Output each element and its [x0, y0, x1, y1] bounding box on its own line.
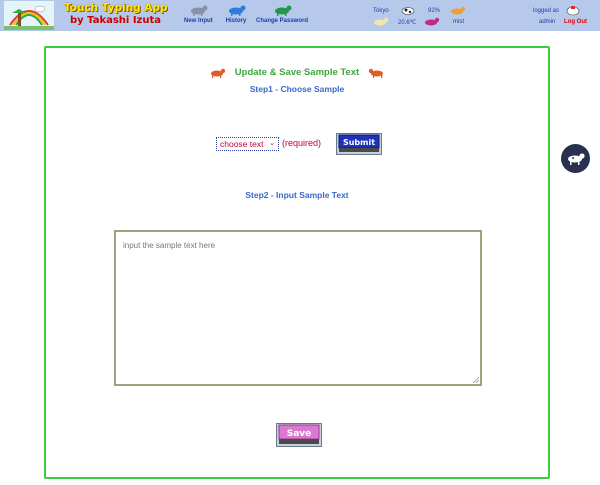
- dog-icon: [275, 5, 292, 16]
- nav-change-password[interactable]: Change Password: [256, 3, 308, 24]
- sample-text-placeholder: input the sample text here: [123, 241, 216, 250]
- sample-select[interactable]: choose text ⌄: [216, 137, 279, 151]
- sample-text-input[interactable]: input the sample text here: [114, 230, 482, 386]
- weather-condition: mist: [453, 19, 464, 25]
- cow-icon: [401, 7, 415, 15]
- dog-icon: [374, 17, 389, 26]
- nav-change-password-label: Change Password: [256, 18, 309, 24]
- dog-icon: [368, 68, 383, 78]
- dog-icon: [191, 5, 208, 16]
- submit-button-label: Submit: [343, 138, 375, 147]
- dog-icon: [451, 6, 466, 15]
- page-title: Update & Save Sample Text: [234, 67, 360, 79]
- save-button-label: Save: [287, 429, 312, 439]
- step2-heading: Step2 - Input Sample Text: [245, 190, 349, 200]
- logged-as-label: logged as: [533, 8, 560, 14]
- logo-image[interactable]: [4, 1, 54, 30]
- floating-dog-button[interactable]: [561, 144, 590, 173]
- dog-icon: [211, 68, 226, 78]
- sample-select-value: choose text: [220, 139, 264, 149]
- dog-icon: [568, 153, 585, 165]
- dog-icon: [425, 17, 440, 26]
- step1-heading: Step1 - Choose Sample: [249, 84, 345, 94]
- save-button[interactable]: Save: [276, 423, 322, 447]
- cow-icon: [566, 6, 580, 16]
- required-label: (required): [282, 138, 322, 148]
- nav-new-input[interactable]: New Input: [184, 3, 213, 24]
- nav-history[interactable]: History: [224, 3, 248, 24]
- submit-button[interactable]: Submit: [336, 133, 382, 155]
- app-title: Touch Typing App: [64, 2, 168, 14]
- weather-temperature: 20.6℃: [398, 20, 417, 26]
- nav-history-label: History: [225, 18, 247, 24]
- nav-new-input-label: New Input: [184, 18, 213, 24]
- page-title-row: Update & Save Sample Text: [46, 64, 548, 82]
- weather-humidity: 92%: [428, 8, 441, 14]
- logout-link[interactable]: Log Out: [564, 19, 587, 25]
- header-bar: Touch Typing App by Takashi Izuta New In…: [0, 0, 600, 31]
- main-panel: Update & Save Sample Text Step1 - Choose…: [44, 46, 550, 479]
- user-name: admin: [539, 19, 556, 25]
- weather-city: Tokyo: [373, 8, 389, 14]
- dog-icon: [229, 5, 246, 16]
- app-subtitle: by Takashi Izuta: [70, 15, 162, 26]
- resize-grip-icon[interactable]: [473, 377, 479, 383]
- chevron-down-icon: ⌄: [269, 140, 275, 147]
